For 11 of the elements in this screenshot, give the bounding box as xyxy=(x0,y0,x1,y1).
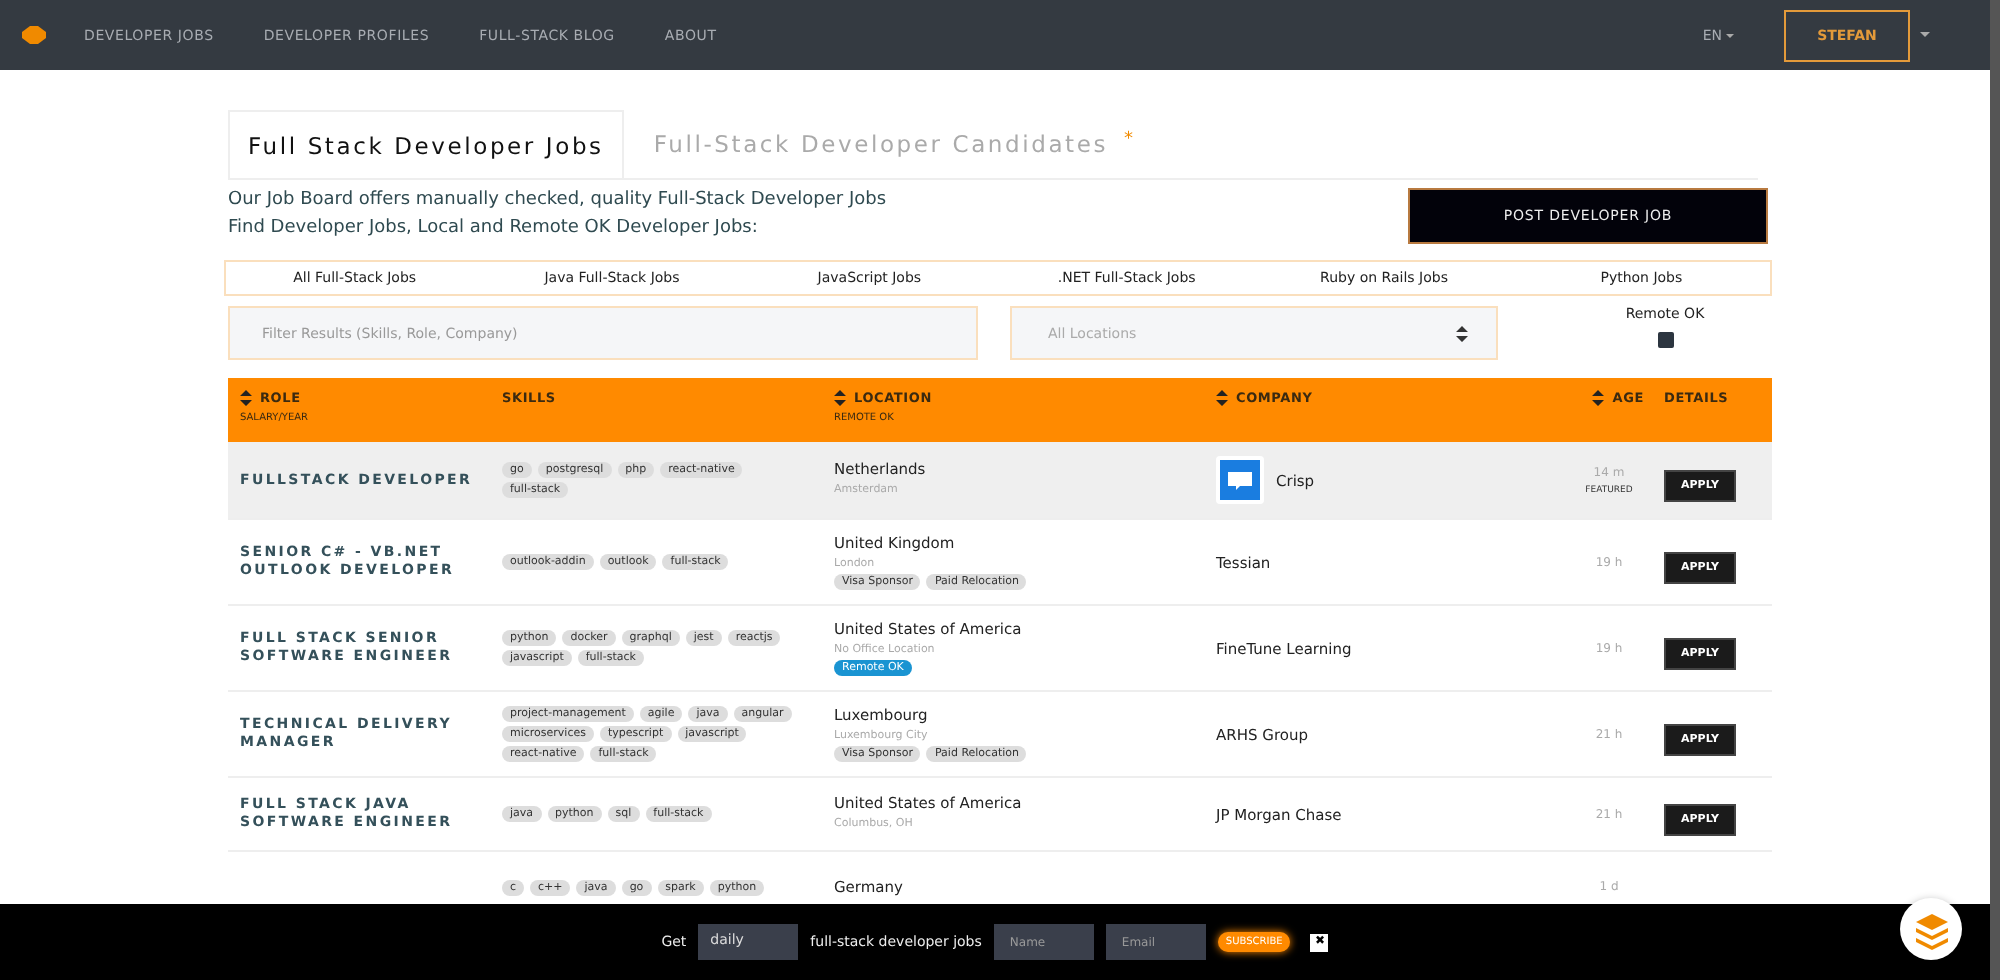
asterisk-label: * xyxy=(1124,130,1136,150)
logo-icon xyxy=(20,24,48,46)
intro-text: Find Developer Jobs, Local and Remote OK Developer Jobs: xyxy=(228,215,760,241)
intro-text: Our Job Board offers manually checked, quality Full-Stack Developer Jobs xyxy=(228,188,887,214)
tab[interactable]: Full Stack Developer Jobs xyxy=(228,110,624,178)
sort-icon xyxy=(1456,325,1468,341)
remote-checkbox[interactable] xyxy=(1657,332,1673,348)
layers-icon xyxy=(1911,909,1951,949)
company-logo-icon xyxy=(1216,456,1264,504)
caret-icon xyxy=(1726,33,1734,37)
caret-icon xyxy=(1920,32,1930,38)
